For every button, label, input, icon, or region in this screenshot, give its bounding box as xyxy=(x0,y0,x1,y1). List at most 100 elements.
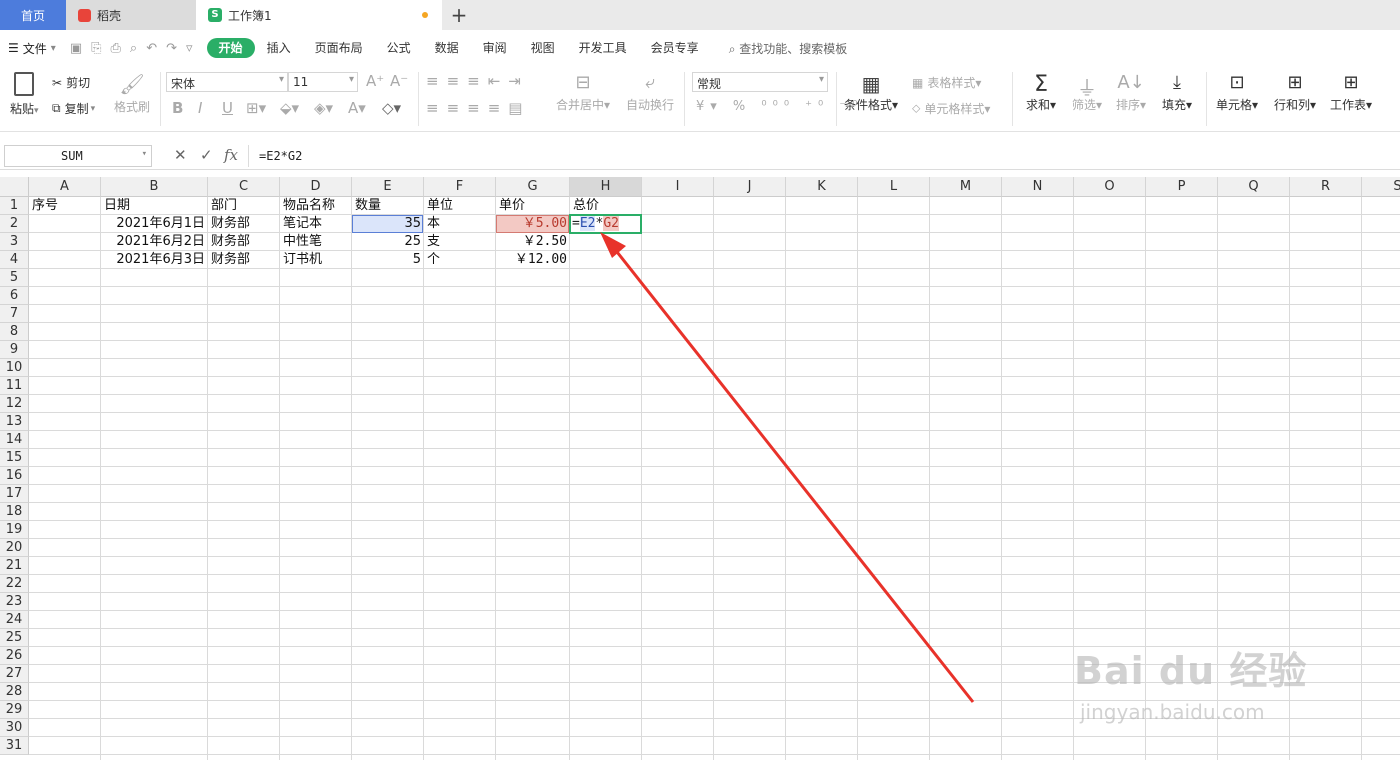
column-header-d[interactable]: D xyxy=(280,177,352,197)
menu-tab-developer[interactable]: 开发工具 xyxy=(567,38,639,58)
column-header-c[interactable]: C xyxy=(208,177,280,197)
font-color-icon[interactable]: A▾ xyxy=(348,99,366,117)
row-header-31[interactable]: 31 xyxy=(0,737,29,755)
cell-button[interactable]: ⊡ 单元格▾ xyxy=(1216,72,1258,113)
name-box[interactable]: SUM xyxy=(4,145,152,167)
row-header-15[interactable]: 15 xyxy=(0,449,29,467)
row-header-4[interactable]: 4 xyxy=(0,251,29,269)
column-header-k[interactable]: K xyxy=(786,177,858,197)
print-preview-icon[interactable]: ⌕ xyxy=(130,41,137,56)
highlight-icon[interactable]: ◈▾ xyxy=(314,99,333,117)
number-format-icons[interactable]: ¥▾ % ⁰⁰⁰ ⁺⁰ ⁻⁰ xyxy=(696,99,863,114)
clear-icon[interactable]: ◇▾ xyxy=(382,99,401,117)
new-tab-button[interactable]: + xyxy=(442,0,476,30)
font-grow-icon[interactable]: A⁺ xyxy=(366,72,384,90)
cell-b3[interactable]: 2021年6月2日 xyxy=(101,233,208,251)
sort-button[interactable]: A↓ 排序▾ xyxy=(1116,72,1146,113)
cell-e4[interactable]: 5 xyxy=(352,251,424,269)
cell-c3[interactable]: 财务部 xyxy=(208,233,280,251)
cell-c4[interactable]: 财务部 xyxy=(208,251,280,269)
font-size-select[interactable]: 11 xyxy=(288,72,358,92)
select-all-corner[interactable] xyxy=(0,177,29,197)
row-header-26[interactable]: 26 xyxy=(0,647,29,665)
cell-d4[interactable]: 订书机 xyxy=(280,251,352,269)
merge-center-button[interactable]: ⊟ 合并居中▾ xyxy=(556,72,610,113)
column-header-l[interactable]: L xyxy=(858,177,930,197)
column-header-n[interactable]: N xyxy=(1002,177,1074,197)
confirm-icon[interactable]: ✓ xyxy=(200,146,213,164)
file-menu[interactable]: ☰ 文件 ▾ xyxy=(0,40,64,57)
row-col-button[interactable]: ⊞ 行和列▾ xyxy=(1274,72,1316,113)
column-header-p[interactable]: P xyxy=(1146,177,1218,197)
column-header-f[interactable]: F xyxy=(424,177,496,197)
row-header-20[interactable]: 20 xyxy=(0,539,29,557)
cell-f2[interactable]: 本 xyxy=(424,215,496,233)
tab-workbook[interactable]: S 工作簿1 xyxy=(196,0,442,30)
cell-d1[interactable]: 物品名称 xyxy=(280,197,352,215)
feature-search[interactable]: ⌕ 查找功能、搜索模板 xyxy=(729,40,848,57)
redo-icon[interactable]: ↷ xyxy=(166,41,177,56)
cell-f1[interactable]: 单位 xyxy=(424,197,496,215)
menu-tab-data[interactable]: 数据 xyxy=(423,38,471,58)
row-header-18[interactable]: 18 xyxy=(0,503,29,521)
row-header-17[interactable]: 17 xyxy=(0,485,29,503)
fill-button[interactable]: ⤓ 填充▾ xyxy=(1162,72,1192,113)
tab-home[interactable]: 首页 xyxy=(0,0,66,30)
menu-tab-review[interactable]: 审阅 xyxy=(471,38,519,58)
row-header-30[interactable]: 30 xyxy=(0,719,29,737)
vertical-align-icons[interactable]: ≡≡≡⇤⇥ xyxy=(426,72,529,90)
column-header-q[interactable]: Q xyxy=(1218,177,1290,197)
column-header-b[interactable]: B xyxy=(101,177,208,197)
cell-edit-text[interactable]: =E2*G2 xyxy=(571,216,619,231)
fill-color-icon[interactable]: ⬙▾ xyxy=(280,99,299,117)
table-style-button[interactable]: ▦ 表格样式 ▾ xyxy=(912,74,981,91)
menu-tab-insert[interactable]: 插入 xyxy=(255,38,303,58)
format-painter-button[interactable]: 🖌 格式刷 xyxy=(114,72,150,115)
cell-b2[interactable]: 2021年6月1日 xyxy=(101,215,208,233)
row-header-11[interactable]: 11 xyxy=(0,377,29,395)
row-header-14[interactable]: 14 xyxy=(0,431,29,449)
bold-icon[interactable]: B xyxy=(172,99,183,117)
cell-c1[interactable]: 部门 xyxy=(208,197,280,215)
row-header-28[interactable]: 28 xyxy=(0,683,29,701)
copy-button[interactable]: ⧉ 复制 ▾ xyxy=(52,100,95,117)
row-header-29[interactable]: 29 xyxy=(0,701,29,719)
cell-g3[interactable]: ￥2.50 xyxy=(496,233,570,251)
cut-button[interactable]: ✂ 剪切 xyxy=(52,74,90,91)
cell-d2[interactable]: 笔记本 xyxy=(280,215,352,233)
cell-f4[interactable]: 个 xyxy=(424,251,496,269)
row-header-22[interactable]: 22 xyxy=(0,575,29,593)
menu-tab-view[interactable]: 视图 xyxy=(519,38,567,58)
active-cell-h2[interactable]: =E2*G2 xyxy=(569,214,642,234)
formula-input[interactable]: =E2*G2 xyxy=(248,145,1398,167)
cell-b1[interactable]: 日期 xyxy=(101,197,208,215)
column-header-o[interactable]: O xyxy=(1074,177,1146,197)
row-header-25[interactable]: 25 xyxy=(0,629,29,647)
row-header-12[interactable]: 12 xyxy=(0,395,29,413)
export-icon[interactable]: ⎘ xyxy=(91,41,101,56)
row-header-8[interactable]: 8 xyxy=(0,323,29,341)
column-header-r[interactable]: R xyxy=(1290,177,1362,197)
cell-c2[interactable]: 财务部 xyxy=(208,215,280,233)
row-header-9[interactable]: 9 xyxy=(0,341,29,359)
column-header-i[interactable]: I xyxy=(642,177,714,197)
column-header-m[interactable]: M xyxy=(930,177,1002,197)
column-header-s[interactable]: S xyxy=(1362,177,1400,197)
underline-icon[interactable]: U xyxy=(222,99,233,117)
row-header-7[interactable]: 7 xyxy=(0,305,29,323)
column-header-a[interactable]: A xyxy=(29,177,101,197)
print-icon[interactable]: ⎙ xyxy=(111,41,121,56)
row-header-24[interactable]: 24 xyxy=(0,611,29,629)
row-header-6[interactable]: 6 xyxy=(0,287,29,305)
undo-icon[interactable]: ↶ xyxy=(146,41,157,56)
column-header-h[interactable]: H xyxy=(570,177,642,197)
row-header-10[interactable]: 10 xyxy=(0,359,29,377)
number-format-select[interactable]: 常规 xyxy=(692,72,828,92)
cell-f3[interactable]: 支 xyxy=(424,233,496,251)
save-icon[interactable]: ▣ xyxy=(70,41,82,56)
cell-e3[interactable]: 25 xyxy=(352,233,424,251)
customize-icon[interactable]: ▿ xyxy=(186,41,193,56)
row-header-16[interactable]: 16 xyxy=(0,467,29,485)
italic-icon[interactable]: I xyxy=(198,99,202,117)
function-icon[interactable]: fx xyxy=(224,146,238,164)
